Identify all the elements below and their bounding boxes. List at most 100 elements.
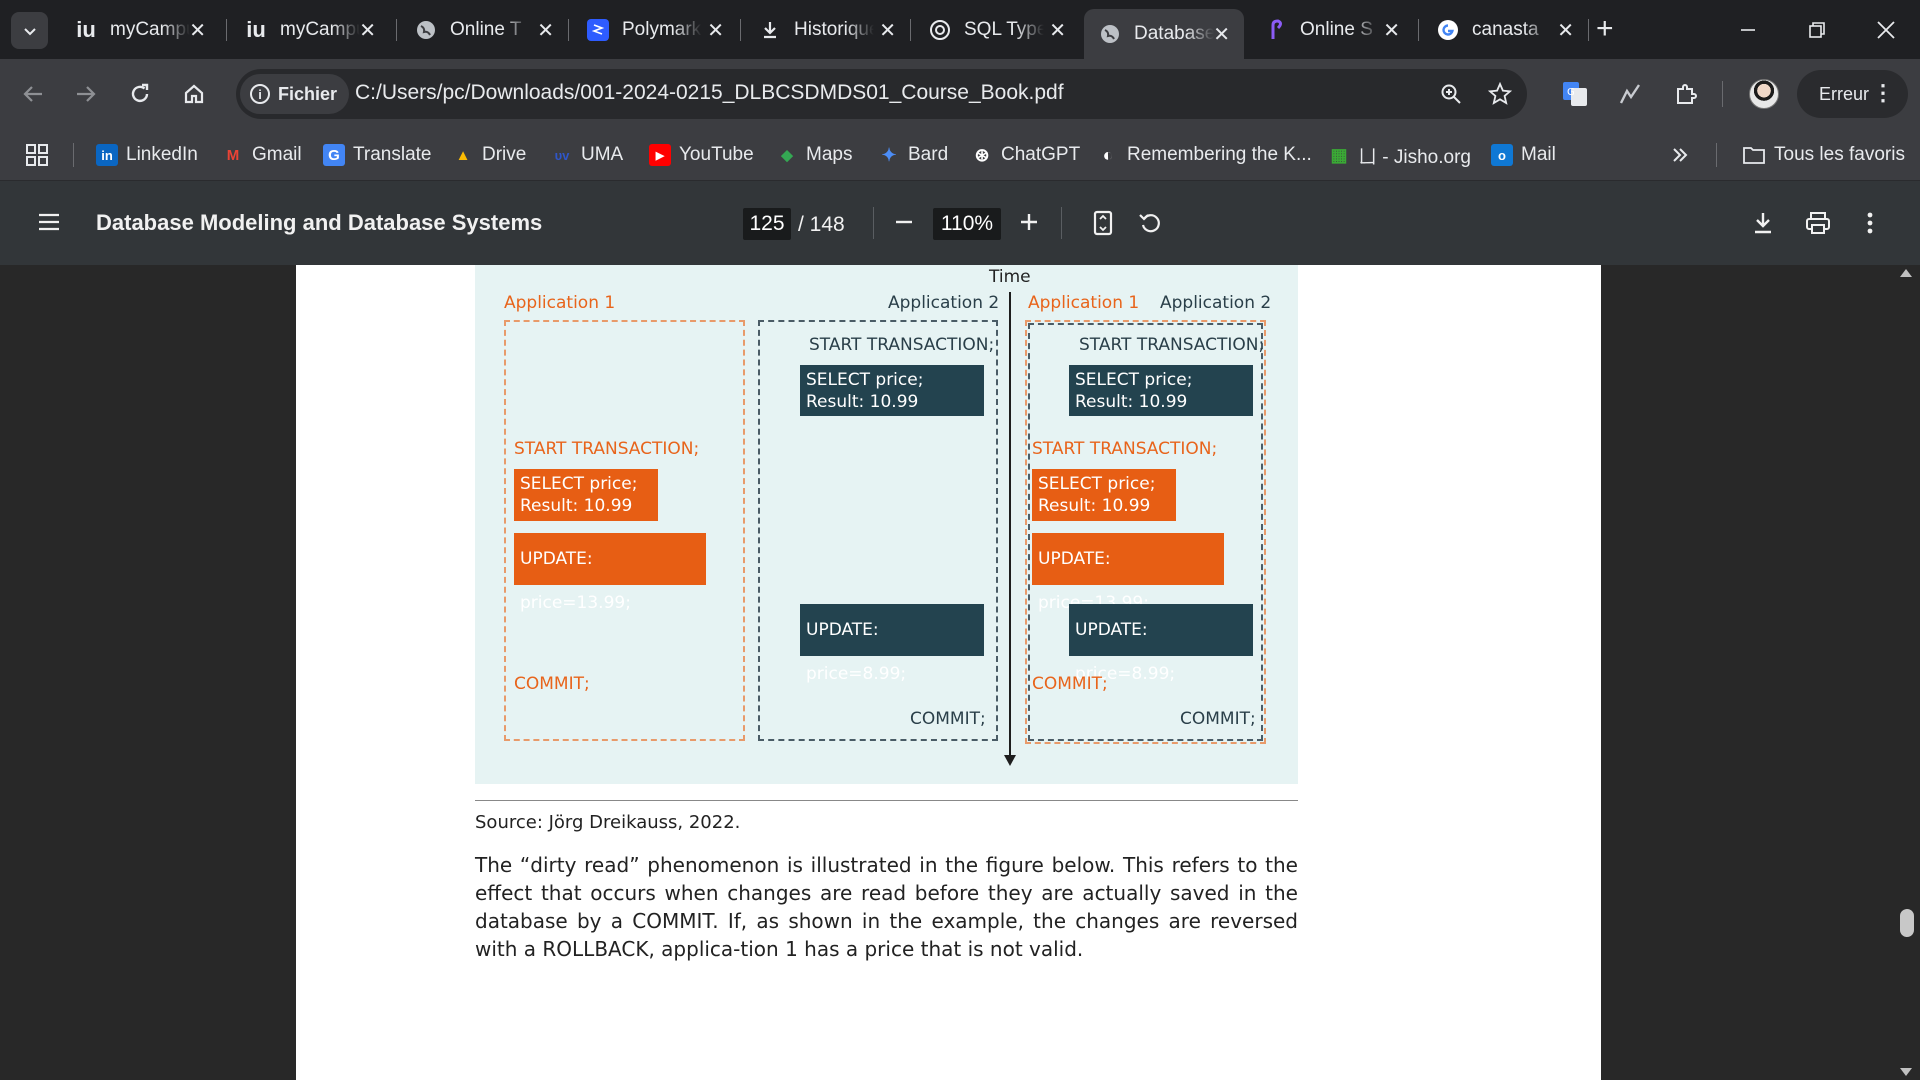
scroll-thumb[interactable] <box>1900 909 1914 937</box>
right-app1-update-box: UPDATE: price=13.99; <box>1032 533 1224 613</box>
bookmark-drive[interactable]: ▲ Drive <box>452 141 527 169</box>
browser-toolbar: i Fichier C:/Users/pc/Downloads/001-2024… <box>0 59 1920 129</box>
right-app2-select-box: SELECT price; Result: 10.99 <box>1069 365 1253 416</box>
bookmark-mail[interactable]: o Mail <box>1491 141 1556 169</box>
address-bar[interactable]: i Fichier C:/Users/pc/Downloads/001-2024… <box>236 69 1527 119</box>
globe-icon <box>1098 22 1122 46</box>
chatgpt-icon: ⊛ <box>974 144 990 165</box>
close-tab-icon[interactable]: ✕ <box>707 18 724 43</box>
scroll-down-arrow-icon[interactable] <box>1900 1068 1912 1076</box>
bookmark-gmail[interactable]: M Gmail <box>222 141 302 169</box>
page-total: / 148 <box>798 213 845 236</box>
close-tab-icon[interactable]: ✕ <box>359 18 376 43</box>
bookmark-jisho[interactable]: ▦ ㄩ - Jisho.org <box>1328 141 1471 169</box>
extensions-puzzle-icon[interactable] <box>1666 74 1706 114</box>
tab-separator <box>1588 19 1589 41</box>
tab-search-button[interactable] <box>11 12 48 49</box>
minimize-icon[interactable] <box>1728 10 1768 50</box>
iu-icon: iu <box>246 17 266 42</box>
bookmark-linkedin[interactable]: in LinkedIn <box>96 141 198 169</box>
close-tab-icon[interactable]: ✕ <box>537 18 554 43</box>
tab-polymarket[interactable]: Polymarket ✕ <box>572 10 738 50</box>
fit-page-icon[interactable] <box>1086 206 1120 240</box>
url-text[interactable]: C:/Users/pc/Downloads/001-2024-0215_DLBC… <box>355 81 1064 105</box>
openai-icon <box>928 18 952 42</box>
right-app1-start-transaction: START TRANSACTION; <box>1032 439 1218 459</box>
tab-canasta[interactable]: canasta ✕ <box>1422 10 1588 50</box>
chevron-down-icon <box>23 27 36 35</box>
reload-icon[interactable] <box>120 74 160 114</box>
all-bookmarks-folder[interactable]: Tous les favoris <box>1742 141 1905 169</box>
tab-online-t[interactable]: Online T ✕ <box>400 10 568 50</box>
close-tab-icon[interactable]: ✕ <box>189 18 206 43</box>
jisho-icon: ▦ <box>1330 144 1348 165</box>
pdf-viewer[interactable]: Time Application 1 Application 2 START T… <box>0 265 1920 1080</box>
zoom-in-icon[interactable] <box>1013 206 1045 238</box>
tab-historique[interactable]: Historique ✕ <box>744 10 910 50</box>
pdf-page: Time Application 1 Application 2 START T… <box>296 265 1601 1080</box>
right-app2-commit: COMMIT; <box>1180 709 1256 729</box>
profile-error-button[interactable]: Erreur ⋮ <box>1797 70 1908 118</box>
tab-online-s[interactable]: Online S ✕ <box>1250 10 1414 50</box>
scroll-up-arrow-icon[interactable] <box>1900 269 1912 277</box>
translate-extension-icon[interactable]: G <box>1555 74 1595 114</box>
drive-icon: ▲ <box>455 146 471 164</box>
download-icon[interactable] <box>1746 206 1780 240</box>
left-app2-commit: COMMIT; <box>910 709 986 729</box>
forward-arrow-icon[interactable] <box>66 74 106 114</box>
bookmark-uma[interactable]: ᴜᴠ UMA <box>551 141 624 169</box>
bookmarks-bar: in LinkedIn M Gmail G Translate ▲ Drive … <box>0 129 1920 181</box>
zoom-level-input[interactable]: 110% <box>933 208 1001 240</box>
more-bookmarks-chevron-icon[interactable] <box>1671 141 1689 169</box>
close-tab-icon[interactable]: ✕ <box>1213 22 1230 47</box>
profile-avatar[interactable] <box>1749 79 1779 109</box>
zoom-icon[interactable] <box>1436 79 1466 109</box>
close-tab-icon[interactable]: ✕ <box>1557 18 1574 43</box>
time-axis-line <box>1009 292 1011 758</box>
bookmark-star-icon[interactable] <box>1485 79 1515 109</box>
vertical-scrollbar[interactable] <box>1893 265 1920 1080</box>
restore-icon[interactable] <box>1797 10 1837 50</box>
pen-extension-icon[interactable] <box>1610 74 1650 114</box>
pdf-document-title: Database Modeling and Database Systems <box>96 210 543 235</box>
tab-mycampus-2[interactable]: iu myCampus ✕ <box>230 10 390 50</box>
gmail-icon: M <box>226 146 240 164</box>
close-tab-icon[interactable]: ✕ <box>879 18 896 43</box>
bookmark-separator <box>1716 143 1717 167</box>
right-app1-select-box: SELECT price; Result: 10.99 <box>1032 469 1176 521</box>
more-vert-icon[interactable] <box>1853 206 1887 240</box>
tab-separator <box>1418 19 1419 41</box>
bookmark-translate[interactable]: G Translate <box>323 141 432 169</box>
back-arrow-icon[interactable] <box>13 74 53 114</box>
bookmark-youtube[interactable]: ▶ YouTube <box>649 141 754 169</box>
site-info-chip[interactable]: i Fichier <box>240 74 350 114</box>
tab-separator <box>396 19 397 41</box>
bookmark-bard[interactable]: ✦ Bard <box>878 141 948 169</box>
zoom-out-icon[interactable] <box>888 206 920 238</box>
left-app2-label: Application 2 <box>888 293 1000 313</box>
time-axis-arrow <box>1004 755 1016 766</box>
page-number-input[interactable]: 125 <box>743 208 791 240</box>
new-tab-plus-icon[interactable]: + <box>1596 14 1614 44</box>
left-app2-update-box: UPDATE: price=8.99; <box>800 604 984 684</box>
left-app2-start-transaction: START TRANSACTION; <box>809 335 995 355</box>
tab-database-active[interactable]: Database ✕ <box>1084 9 1244 59</box>
close-tab-icon[interactable]: ✕ <box>1383 18 1400 43</box>
close-window-icon[interactable] <box>1866 10 1906 50</box>
rotate-icon[interactable] <box>1134 206 1168 240</box>
print-icon[interactable] <box>1801 206 1835 240</box>
close-tab-icon[interactable]: ✕ <box>1049 18 1066 43</box>
bookmark-chatgpt[interactable]: ⊛ ChatGPT <box>971 141 1080 169</box>
apps-grid-icon[interactable] <box>26 141 48 169</box>
home-icon[interactable] <box>174 74 214 114</box>
tab-sql-types[interactable]: SQL Types ✕ <box>914 10 1080 50</box>
sidebar-menu-icon[interactable] <box>34 207 64 237</box>
globe-icon: ◐ <box>1102 144 1114 165</box>
bookmark-maps[interactable]: ◆ Maps <box>776 141 852 169</box>
bookmark-remembering-kanji[interactable]: ◐ Remembering the K... <box>1097 141 1312 169</box>
download-icon <box>758 18 782 42</box>
tab-strip: iu myCampus ✕ iu myCampus ✕ Online T ✕ P… <box>0 0 1920 59</box>
bard-icon: ✦ <box>881 144 897 165</box>
tab-mycampus-1[interactable]: iu myCampus ✕ <box>60 10 220 50</box>
left-app1-select-box: SELECT price; Result: 10.99 <box>514 469 658 521</box>
